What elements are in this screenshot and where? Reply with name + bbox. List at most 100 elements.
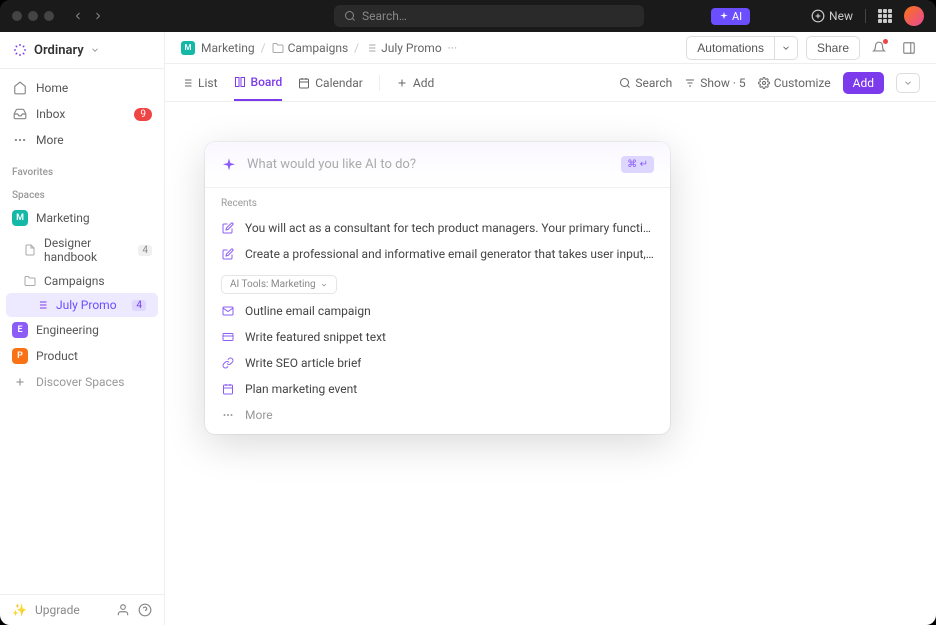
sparkle-icon	[719, 11, 729, 21]
list-july-promo[interactable]: July Promo 4	[6, 293, 158, 317]
nav-forward[interactable]	[90, 6, 106, 26]
share-button[interactable]: Share	[806, 36, 860, 60]
search-action[interactable]: Search	[619, 76, 672, 90]
automations-button[interactable]: Automations	[686, 36, 775, 60]
workspace-logo	[12, 42, 28, 58]
ai-panel: What would you like AI to do? ⌘ ↵ Recent…	[205, 142, 670, 434]
sidebar-item-inbox[interactable]: Inbox 9	[0, 101, 164, 127]
add-task-dropdown[interactable]	[896, 73, 920, 93]
breadcrumb-more[interactable]: ···	[448, 41, 457, 55]
search-icon	[619, 77, 631, 89]
inbox-icon	[12, 106, 28, 122]
ai-input-row[interactable]: What would you like AI to do? ⌘ ↵	[205, 142, 670, 188]
calendar-icon	[221, 382, 235, 396]
home-icon	[12, 80, 28, 96]
list-designer-handbook[interactable]: Designer handbook 4	[0, 231, 164, 269]
inbox-count-badge: 9	[134, 108, 152, 121]
close-window[interactable]	[12, 11, 22, 21]
add-task-button[interactable]: Add	[843, 72, 884, 94]
mail-icon	[221, 304, 235, 318]
count-badge: 4	[138, 245, 152, 256]
space-engineering[interactable]: E Engineering	[0, 317, 164, 343]
minimize-window[interactable]	[28, 11, 38, 21]
automations-dropdown[interactable]	[775, 36, 798, 60]
recent-prompt-1[interactable]: Create a professional and informative em…	[205, 241, 670, 267]
ai-tool-plan-event[interactable]: Plan marketing event	[205, 376, 670, 402]
sidebar-item-more[interactable]: More	[0, 127, 164, 153]
tab-add-view[interactable]: Add	[396, 66, 434, 100]
list-icon	[365, 42, 377, 54]
show-action[interactable]: Show · 5	[684, 76, 745, 90]
search-placeholder: Search…	[362, 9, 407, 23]
breadcrumb-campaigns[interactable]: Campaigns	[272, 41, 349, 55]
topbar: Search… AI New	[0, 0, 936, 32]
list-icon	[36, 299, 48, 311]
chevron-down-icon	[90, 45, 100, 55]
workspace-selector[interactable]: Ordinary	[0, 32, 164, 69]
customize-action[interactable]: Customize	[758, 76, 831, 90]
breadcrumb-july-promo[interactable]: July Promo	[365, 41, 442, 55]
window-controls	[12, 11, 54, 21]
ai-tool-snippet[interactable]: Write featured snippet text	[205, 324, 670, 350]
doc-icon	[24, 244, 36, 256]
discover-spaces[interactable]: Discover Spaces	[0, 369, 164, 395]
space-marketing[interactable]: M Marketing	[0, 205, 164, 231]
upgrade-icon: ✨	[12, 603, 27, 617]
folder-icon	[24, 275, 36, 287]
space-product[interactable]: P Product	[0, 343, 164, 369]
ai-input-placeholder: What would you like AI to do?	[247, 157, 611, 172]
breadcrumb-marketing[interactable]: Marketing	[201, 41, 255, 55]
space-badge: M	[12, 210, 28, 226]
user-icon[interactable]	[116, 603, 130, 617]
upgrade-link[interactable]: Upgrade	[35, 603, 80, 617]
plus-icon	[12, 374, 28, 390]
global-search[interactable]: Search…	[334, 5, 644, 27]
space-badge: E	[12, 322, 28, 338]
sidebar-item-home[interactable]: Home	[0, 75, 164, 101]
apps-icon[interactable]	[878, 9, 892, 23]
space-badge: M	[181, 41, 195, 55]
pencil-icon	[221, 247, 235, 261]
notifications-icon[interactable]	[868, 37, 890, 59]
filter-icon	[684, 77, 696, 89]
ai-tool-seo-brief[interactable]: Write SEO article brief	[205, 350, 670, 376]
list-icon	[181, 77, 193, 89]
tab-board[interactable]: Board	[234, 65, 283, 101]
content-area: M Marketing / Campaigns / July Promo ···…	[165, 32, 936, 625]
tab-calendar[interactable]: Calendar	[298, 66, 363, 100]
sidebar: Ordinary Home Inbox 9 More	[0, 32, 165, 625]
count-badge: 4	[132, 300, 146, 311]
calendar-icon	[298, 77, 310, 89]
gear-icon	[758, 77, 770, 89]
plus-circle-icon	[811, 9, 825, 23]
board-icon	[234, 76, 246, 88]
sidebar-footer: ✨ Upgrade	[0, 594, 164, 625]
chevron-down-icon	[320, 281, 328, 289]
workspace-name: Ordinary	[34, 43, 84, 58]
favorites-label: Favorites	[0, 159, 164, 182]
search-icon	[344, 10, 356, 22]
ai-button[interactable]: AI	[711, 8, 750, 25]
new-button[interactable]: New	[811, 9, 853, 23]
more-icon	[221, 408, 235, 422]
panel-toggle-icon[interactable]	[898, 37, 920, 59]
user-avatar[interactable]	[904, 6, 924, 26]
nav-back[interactable]	[70, 6, 86, 26]
ai-tools-selector[interactable]: AI Tools: Marketing	[221, 275, 337, 294]
spaces-label: Spaces	[0, 182, 164, 205]
recent-prompt-0[interactable]: You will act as a consultant for tech pr…	[205, 215, 670, 241]
ai-more[interactable]: More	[205, 402, 670, 434]
ai-tool-outline-email[interactable]: Outline email campaign	[205, 298, 670, 324]
pencil-icon	[221, 221, 235, 235]
notification-dot	[883, 39, 888, 44]
keyboard-shortcut: ⌘ ↵	[621, 156, 654, 173]
folder-campaigns[interactable]: Campaigns	[0, 269, 164, 293]
more-icon	[12, 132, 28, 148]
tab-list[interactable]: List	[181, 66, 218, 100]
recents-label: Recents	[205, 188, 670, 215]
help-icon[interactable]	[138, 603, 152, 617]
maximize-window[interactable]	[44, 11, 54, 21]
folder-icon	[272, 42, 284, 54]
space-badge: P	[12, 348, 28, 364]
link-icon	[221, 356, 235, 370]
